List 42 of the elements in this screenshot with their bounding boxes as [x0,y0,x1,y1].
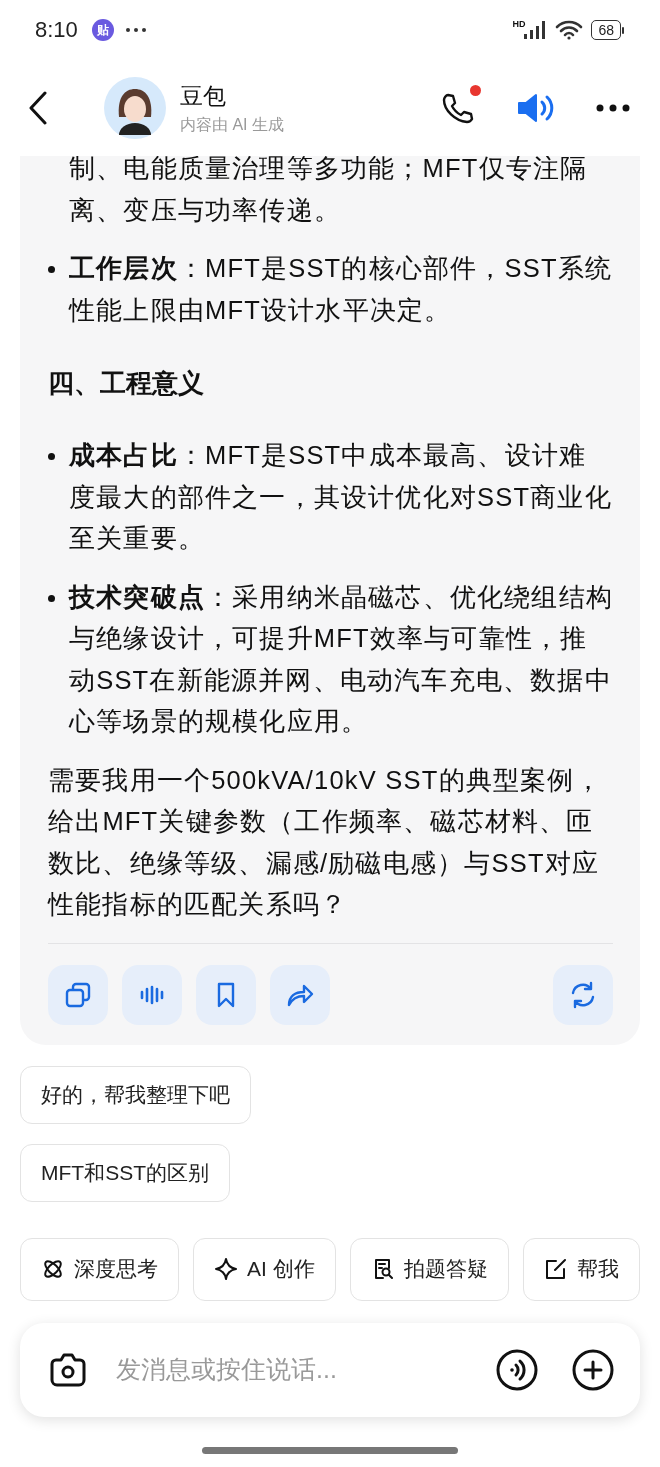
more-icon[interactable] [596,104,630,112]
app-badge-icon: 贴 [91,19,114,41]
bullet-icon [48,266,55,273]
tool-chip[interactable]: 深度思考 [20,1237,179,1301]
message-paragraph: 需要我用一个500kVA/10kV SST的典型案例，给出MFT关键参数（工作频率、磁芯材料、匝数比、绝缘等级、漏感/励磁电感）与SST对应性能指标的匹配关系吗？ [48,764,603,920]
signal-icon [523,20,548,40]
section-heading: 四、工程意义 [48,368,205,399]
bookmark-button[interactable] [196,964,256,1025]
bullet-text: 工作层次：MFT是SST的核心部件，SST系统性能上限由MFT设计水平决定。 [69,253,613,326]
edit-icon [543,1257,568,1281]
share-button[interactable] [270,964,330,1025]
home-indicator[interactable] [202,1446,458,1454]
bullet-text: 成本占比：MFT是SST中成本最高、设计难度最大的部件之一，其设计优化对SST商业化至关重要。 [69,440,613,554]
phone-icon[interactable] [440,91,474,125]
sound-wave-button[interactable] [122,964,182,1025]
bullet-icon [48,453,55,460]
tool-chip[interactable]: 帮我 [522,1237,640,1301]
suggested-reply[interactable]: MFT和SST的区别 [20,1143,230,1202]
bullet-text: 制、电能质量治理等多功能；MFT仅专注隔离、变压与功率传递。 [69,153,589,226]
chat-title: 豆包 [180,81,227,111]
bullet-icon [48,594,55,602]
back-icon[interactable] [28,91,48,125]
sparkle-icon [214,1257,238,1281]
tool-chip[interactable]: 拍题答疑 [349,1237,509,1301]
refresh-button[interactable] [553,964,613,1025]
add-icon[interactable] [572,1348,614,1391]
status-time: 8:10 [35,17,78,43]
tool-chip[interactable]: AI 创作 [193,1237,336,1301]
ai-disclaimer: 内容由 AI 生成 [180,114,284,135]
suggested-reply[interactable]: 好的，帮我整理下吧 [20,1065,251,1124]
wifi-icon [555,20,584,40]
network-label: HD [512,19,526,29]
camera-icon[interactable] [48,1351,88,1388]
battery-icon: 68 [591,20,624,40]
voice-input-icon[interactable] [496,1348,538,1391]
speaker-icon[interactable] [516,91,556,125]
message-input[interactable]: 发消息或按住说话... [114,1354,496,1385]
atom-icon [41,1257,65,1281]
copy-button[interactable] [48,964,108,1025]
bullet-text: 技术突破点：采用纳米晶磁芯、优化绕组结构与绝缘设计，可提升MFT效率与可靠性，推动SST在新能源并网、电动汽车充电、数据中心等场景的规模化应用。 [69,581,613,737]
avatar-icon [104,77,166,139]
more-icon [124,27,147,33]
